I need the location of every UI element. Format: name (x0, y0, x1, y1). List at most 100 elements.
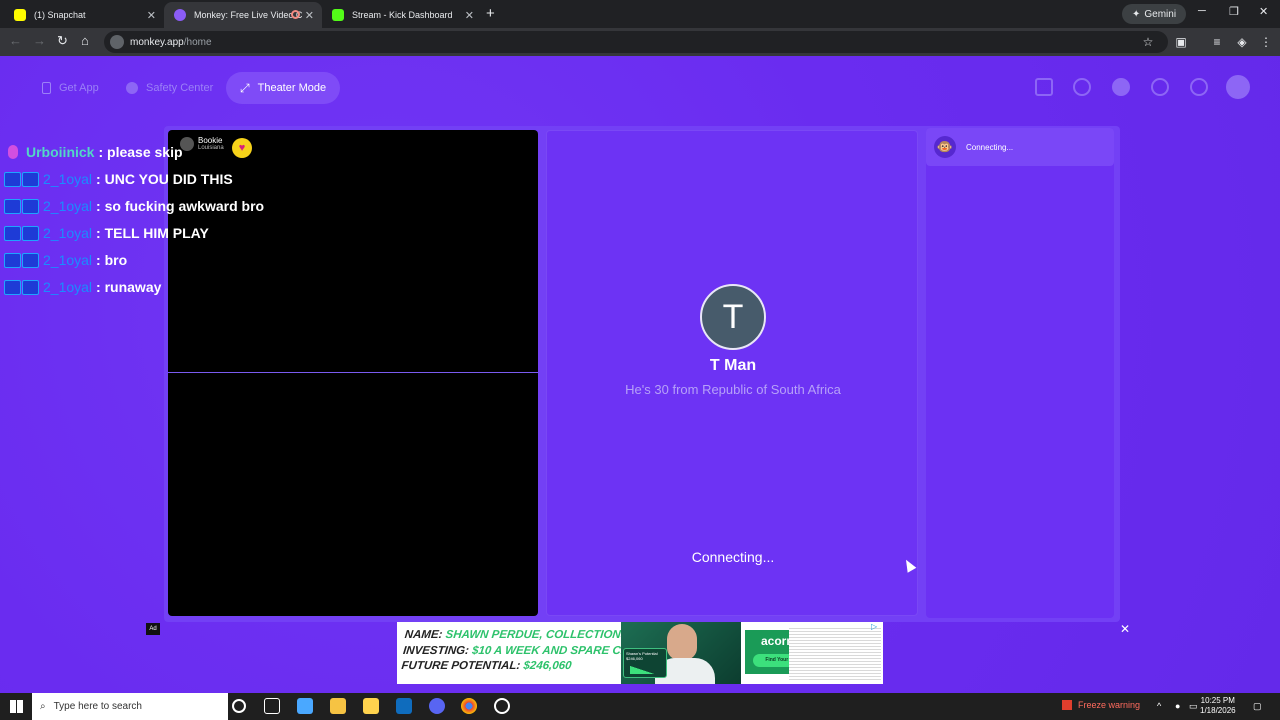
badge-icons (4, 279, 39, 295)
chat-message: : UNC YOU DID THIS (96, 171, 233, 187)
chat-message: : please skip (98, 144, 183, 160)
phone-icon (42, 82, 51, 94)
tab-kick[interactable]: Stream - Kick Dashboard ✕ (322, 2, 482, 28)
ad-key: INVESTING: (402, 644, 470, 657)
back-icon[interactable]: ← (9, 33, 22, 48)
messages-icon[interactable] (1190, 78, 1208, 96)
extensions-icon[interactable]: ◈ (1235, 35, 1249, 49)
safety-center-button[interactable]: Safety Center (112, 72, 227, 104)
notifications-icon[interactable]: ▢ (1253, 701, 1262, 712)
badge-icons (4, 225, 39, 241)
close-ad-icon[interactable]: ✕ (1120, 622, 1130, 636)
profile-avatar[interactable] (1226, 75, 1250, 99)
mic-icon (8, 145, 18, 159)
reload-icon[interactable]: ↻ (57, 33, 68, 49)
windows-start-icon[interactable] (10, 700, 23, 713)
clock-date: 1/18/2026 (1200, 706, 1236, 715)
store-app-icon[interactable] (363, 698, 379, 714)
tab-search-icon[interactable]: ▣ (1174, 35, 1188, 49)
gemini-button[interactable]: ✦ Gemini (1122, 4, 1187, 24)
close-icon[interactable]: ✕ (465, 9, 474, 22)
history-icon[interactable] (1151, 78, 1169, 96)
address-bar[interactable]: monkey.app/home (104, 31, 1168, 53)
restore-icon[interactable]: ❐ (1229, 5, 1239, 18)
chat-username[interactable]: 2_1oyal (43, 279, 92, 295)
search-icon[interactable] (1073, 78, 1091, 96)
close-icon[interactable]: ✕ (147, 9, 156, 22)
chat-line: Urboiinick : please skip (4, 144, 183, 160)
chat-line: 2_1oyal : bro (4, 252, 127, 268)
media-control-icon[interactable]: ≡ (1210, 35, 1224, 49)
theater-mode-label: Theater Mode (257, 82, 327, 94)
tab-monkey[interactable]: Monkey: Free Live Video Ch ✕ (164, 2, 322, 28)
heart-icon[interactable]: ♥ (232, 138, 252, 158)
cortana-icon[interactable] (232, 699, 246, 713)
copilot-icon[interactable] (297, 698, 313, 714)
clock-time: 10:25 PM (1200, 696, 1235, 705)
windows-taskbar: ⌕ Type here to search Freeze warning ^ ●… (0, 693, 1280, 720)
monkey-page: Get App Safety Center ⤢ Theater Mode Boo… (0, 56, 1280, 693)
chat-line: 2_1oyal : TELL HIM PLAY (4, 225, 209, 241)
gemini-label: Gemini (1144, 8, 1177, 20)
obs-icon[interactable] (494, 698, 510, 714)
side-panel: 🐵 Connecting... (926, 128, 1114, 618)
search-icon: ⌕ (40, 701, 46, 712)
tab-snapchat[interactable]: (1) Snapchat ✕ (4, 2, 164, 28)
ad-card-value: $246,060 (626, 656, 643, 661)
theater-mode-button[interactable]: ⤢ Theater Mode (226, 72, 341, 104)
kick-icon (332, 9, 344, 21)
store-icon[interactable] (1035, 78, 1053, 96)
task-view-icon[interactable] (264, 698, 280, 714)
url-text: monkey.app/home (130, 37, 212, 48)
discord-icon[interactable] (429, 698, 445, 714)
chat-username[interactable]: Urboiinick (26, 144, 94, 160)
chat-message: : runaway (96, 279, 162, 295)
warning-icon (1062, 700, 1072, 710)
system-clock[interactable]: 10:25 PM 1/18/2026 (1200, 696, 1236, 716)
chat-username[interactable]: 2_1oyal (43, 198, 92, 214)
site-info-icon[interactable] (110, 35, 124, 49)
outlook-icon[interactable] (396, 698, 412, 714)
globe-icon[interactable] (1112, 78, 1130, 96)
connection-status: Connecting... (691, 549, 775, 565)
taskbar-search[interactable]: ⌕ Type here to search (32, 693, 228, 720)
adchoices-icon[interactable]: ▷ (871, 622, 883, 632)
close-window-icon[interactable]: ✕ (1259, 5, 1268, 18)
weather-widget[interactable]: Freeze warning (1062, 700, 1140, 710)
tab-title: (1) Snapchat (34, 10, 86, 20)
chevron-up-icon[interactable]: ^ (1157, 701, 1161, 711)
monkey-icon: 🐵 (934, 136, 956, 158)
url-path: /home (183, 36, 212, 48)
chat-line: 2_1oyal : UNC YOU DID THIS (4, 171, 233, 187)
self-user-tag: Bookie Louisiana (180, 136, 224, 151)
chrome-icon[interactable] (461, 698, 477, 714)
match-avatar: T (700, 284, 766, 350)
growth-chart-icon (630, 664, 660, 674)
chat-username[interactable]: 2_1oyal (43, 225, 92, 241)
home-icon[interactable]: ⌂ (81, 33, 89, 48)
badge-icons (4, 198, 39, 214)
recording-icon (291, 10, 300, 19)
forward-icon[interactable]: → (33, 33, 46, 48)
menu-icon[interactable]: ⋮ (1259, 35, 1273, 49)
microphone-icon[interactable]: ● (1175, 701, 1180, 711)
chat-message: : so fucking awkward bro (96, 198, 265, 214)
badge-icons (4, 252, 39, 268)
match-card: T T Man He's 30 from Republic of South A… (546, 130, 918, 616)
chat-line: 2_1oyal : runaway (4, 279, 161, 295)
chat-username[interactable]: 2_1oyal (43, 171, 92, 187)
badge-icons (4, 171, 39, 187)
chat-username[interactable]: 2_1oyal (43, 252, 92, 268)
close-icon[interactable]: ✕ (305, 9, 314, 22)
minimize-icon[interactable]: ─ (1198, 5, 1206, 17)
network-icon[interactable]: ▭ (1189, 701, 1198, 712)
ad-person (667, 624, 697, 660)
get-app-button[interactable]: Get App (28, 72, 113, 104)
match-subtitle: He's 30 from Republic of South Africa (625, 382, 841, 397)
video-divider (168, 372, 538, 373)
new-tab-icon[interactable]: + (486, 5, 495, 22)
ad-banner[interactable]: NAME: SHAWN PERDUE, COLLECTIONS AGENT IN… (397, 622, 883, 684)
ad-label: Ad (146, 623, 160, 635)
file-explorer-icon[interactable] (330, 698, 346, 714)
bookmark-star-icon[interactable]: ☆ (1141, 35, 1155, 49)
